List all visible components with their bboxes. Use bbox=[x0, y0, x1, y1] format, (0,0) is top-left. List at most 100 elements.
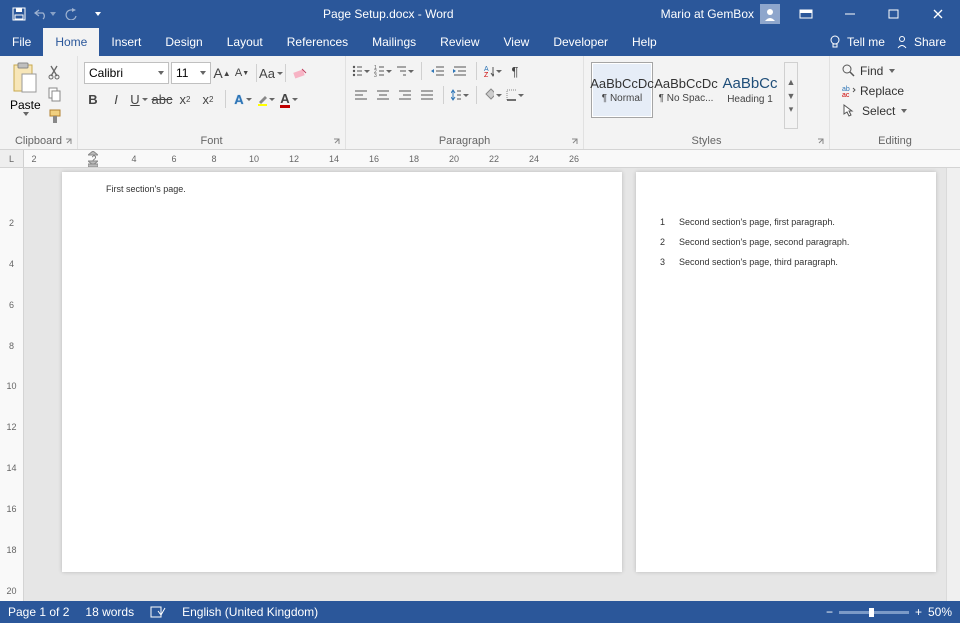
show-marks-icon[interactable]: ¶ bbox=[506, 62, 524, 80]
tab-view[interactable]: View bbox=[492, 28, 542, 56]
cut-icon[interactable] bbox=[47, 64, 63, 80]
style-no-spacing[interactable]: AaBbCcDc ¶ No Spac... bbox=[655, 62, 717, 118]
close-icon[interactable] bbox=[916, 0, 960, 28]
tab-design[interactable]: Design bbox=[153, 28, 214, 56]
styles-gallery: AaBbCcDc ¶ Normal AaBbCcDc ¶ No Spac... … bbox=[588, 60, 800, 131]
window-controls bbox=[784, 0, 960, 28]
font-dialog-launcher-icon[interactable] bbox=[332, 137, 342, 147]
shrink-font-icon[interactable]: A▼ bbox=[233, 64, 251, 82]
select-button[interactable]: Select bbox=[842, 104, 907, 118]
page2-line3: Second section's page, third paragraph. bbox=[679, 257, 838, 267]
minimize-icon[interactable] bbox=[828, 0, 872, 28]
subscript-icon[interactable]: x2 bbox=[176, 90, 194, 108]
clear-formatting-icon[interactable] bbox=[291, 64, 309, 82]
align-right-icon[interactable] bbox=[396, 86, 414, 104]
zoom-in-icon[interactable]: + bbox=[915, 605, 922, 619]
ruler-vertical[interactable]: 2468101214161820 bbox=[0, 168, 24, 601]
undo-icon[interactable] bbox=[34, 3, 56, 25]
font-color-icon[interactable]: A bbox=[280, 90, 298, 108]
status-page[interactable]: Page 1 of 2 bbox=[8, 605, 69, 619]
superscript-icon[interactable]: x2 bbox=[199, 90, 217, 108]
font-name-combo[interactable]: Calibri bbox=[84, 62, 169, 84]
qat-customize-icon[interactable] bbox=[86, 3, 108, 25]
status-language[interactable]: English (United Kingdom) bbox=[182, 605, 318, 619]
underline-icon[interactable]: U bbox=[130, 90, 148, 108]
multilevel-list-icon[interactable] bbox=[396, 62, 414, 80]
tab-review[interactable]: Review bbox=[428, 28, 491, 56]
paste-icon bbox=[10, 62, 40, 96]
paste-button[interactable]: Paste bbox=[4, 60, 47, 131]
doc-name: Page Setup.docx bbox=[323, 7, 414, 21]
select-icon bbox=[842, 104, 854, 118]
page2-line2: Second section's page, second paragraph. bbox=[679, 237, 849, 247]
tab-selector-icon[interactable]: L bbox=[0, 150, 24, 168]
clipboard-dialog-launcher-icon[interactable] bbox=[64, 137, 74, 147]
tab-file[interactable]: File bbox=[0, 28, 43, 56]
bullets-icon[interactable] bbox=[352, 62, 370, 80]
page-1[interactable]: First section's page. bbox=[62, 172, 622, 572]
decrease-indent-icon[interactable] bbox=[429, 62, 447, 80]
paragraph-dialog-launcher-icon[interactable] bbox=[570, 137, 580, 147]
tab-layout[interactable]: Layout bbox=[215, 28, 275, 56]
justify-icon[interactable] bbox=[418, 86, 436, 104]
style-heading-1[interactable]: AaBbCc Heading 1 bbox=[719, 62, 781, 118]
account-area[interactable]: Mario at GemBox bbox=[661, 4, 784, 24]
redo-icon[interactable] bbox=[60, 3, 82, 25]
style-normal[interactable]: AaBbCcDc ¶ Normal bbox=[591, 62, 653, 118]
borders-icon[interactable] bbox=[506, 86, 524, 104]
change-case-icon[interactable]: Aa bbox=[262, 64, 280, 82]
align-left-icon[interactable] bbox=[352, 86, 370, 104]
avatar-icon bbox=[760, 4, 780, 24]
find-icon bbox=[842, 64, 856, 78]
page-2[interactable]: 1Second section's page, first paragraph.… bbox=[636, 172, 936, 572]
quick-access-toolbar bbox=[0, 3, 116, 25]
tab-insert[interactable]: Insert bbox=[99, 28, 153, 56]
zoom-slider[interactable] bbox=[839, 611, 909, 614]
format-painter-icon[interactable] bbox=[47, 108, 63, 124]
increase-indent-icon[interactable] bbox=[451, 62, 469, 80]
ribbon-tabs: File Home Insert Design Layout Reference… bbox=[0, 28, 960, 56]
tab-help[interactable]: Help bbox=[620, 28, 669, 56]
ribbon: Paste Clipboard Calibri 11 A▲ A▼ Aa bbox=[0, 56, 960, 150]
line-spacing-icon[interactable] bbox=[451, 86, 469, 104]
status-words[interactable]: 18 words bbox=[85, 605, 134, 619]
styles-more-icon[interactable]: ▲▼▾ bbox=[784, 62, 798, 129]
text-effects-icon[interactable]: A bbox=[234, 90, 252, 108]
italic-icon[interactable]: I bbox=[107, 90, 125, 108]
highlight-icon[interactable] bbox=[257, 90, 275, 108]
spellcheck-icon[interactable] bbox=[150, 605, 166, 619]
tab-developer[interactable]: Developer bbox=[541, 28, 620, 56]
ribbon-options-icon[interactable] bbox=[784, 0, 828, 28]
tab-home[interactable]: Home bbox=[43, 28, 99, 56]
tab-references[interactable]: References bbox=[275, 28, 360, 56]
find-button[interactable]: Find bbox=[842, 64, 907, 78]
shading-icon[interactable] bbox=[484, 86, 502, 104]
replace-button[interactable]: abacReplace bbox=[842, 84, 907, 98]
vertical-scrollbar[interactable] bbox=[946, 168, 960, 601]
copy-icon[interactable] bbox=[47, 86, 63, 102]
tab-mailings[interactable]: Mailings bbox=[360, 28, 428, 56]
bold-icon[interactable]: B bbox=[84, 90, 102, 108]
save-icon[interactable] bbox=[8, 3, 30, 25]
document-canvas[interactable]: First section's page. 1Second section's … bbox=[24, 168, 946, 601]
share-button[interactable]: Share bbox=[895, 35, 946, 49]
tell-me[interactable]: Tell me bbox=[828, 35, 885, 49]
group-styles: AaBbCcDc ¶ Normal AaBbCcDc ¶ No Spac... … bbox=[584, 56, 830, 149]
workspace: 2468101214161820 First section's page. 1… bbox=[0, 168, 960, 601]
zoom-level[interactable]: 50% bbox=[928, 605, 952, 619]
indent-marker-icon[interactable] bbox=[88, 151, 98, 167]
align-center-icon[interactable] bbox=[374, 86, 392, 104]
page2-line1: Second section's page, first paragraph. bbox=[679, 217, 835, 227]
grow-font-icon[interactable]: A▲ bbox=[213, 64, 231, 82]
status-bar: Page 1 of 2 18 words English (United Kin… bbox=[0, 601, 960, 623]
lightbulb-icon bbox=[828, 35, 842, 49]
numbering-icon[interactable]: 123 bbox=[374, 62, 392, 80]
maximize-icon[interactable] bbox=[872, 0, 916, 28]
styles-dialog-launcher-icon[interactable] bbox=[816, 137, 826, 147]
font-size-combo[interactable]: 11 bbox=[171, 62, 211, 84]
zoom-out-icon[interactable]: − bbox=[826, 605, 833, 619]
title-bar: Page Setup.docx - Word Mario at GemBox bbox=[0, 0, 960, 28]
strikethrough-icon[interactable]: abc bbox=[153, 90, 171, 108]
ruler-horizontal[interactable]: L 22468101214161820222426 bbox=[0, 150, 960, 168]
sort-icon[interactable]: AZ bbox=[484, 62, 502, 80]
